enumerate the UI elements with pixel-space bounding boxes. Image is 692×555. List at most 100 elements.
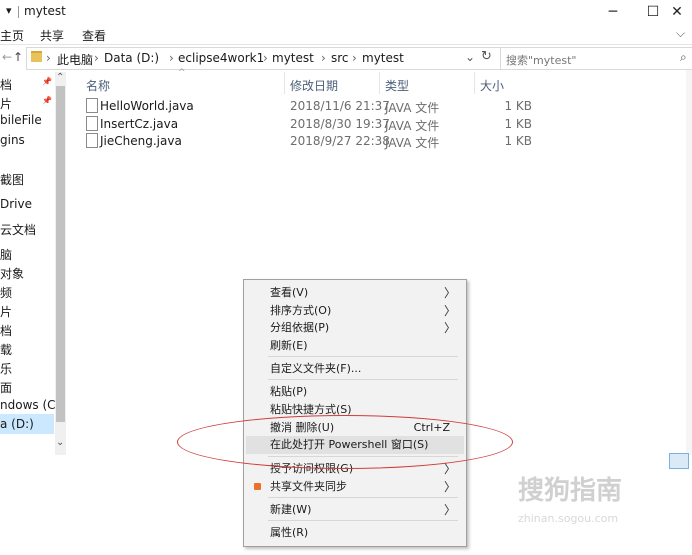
breadcrumb-separator: › [169, 51, 174, 65]
title-bar [0, 0, 692, 24]
breadcrumb-mytest-current[interactable]: mytest [362, 51, 404, 65]
details-view-icon[interactable] [669, 453, 689, 469]
menu-label: 刷新(E) [270, 339, 308, 352]
breadcrumb-separator: › [263, 51, 268, 65]
nav-item-data-d[interactable]: a (D:) [0, 417, 34, 431]
column-header-type[interactable]: 类型 [385, 77, 409, 94]
back-icon[interactable]: ← [2, 50, 12, 64]
column-divider [284, 72, 285, 94]
breadcrumb-separator: › [321, 51, 326, 65]
nav-item[interactable]: 档 [0, 76, 12, 93]
menu-label: 查看(V) [270, 286, 309, 299]
quick-access-dropdown-icon[interactable]: ▾ [6, 4, 12, 17]
nav-item[interactable]: 对象 [0, 265, 24, 282]
menu-label: 排序方式(O) [270, 304, 332, 317]
nav-item[interactable]: 载 [0, 341, 12, 358]
menu-separator [268, 379, 458, 380]
nav-item[interactable]: bileFile [0, 113, 42, 127]
column-header-date[interactable]: 修改日期 [290, 77, 338, 94]
file-size: 1 KB [504, 134, 532, 148]
tab-share[interactable]: 共享 [40, 27, 64, 44]
file-row[interactable]: HelloWorld.java 2018/11/6 21:37 JAVA 文件 … [82, 97, 538, 115]
folder-icon [31, 51, 42, 62]
menu-separator [268, 356, 458, 357]
file-date: 2018/11/6 21:37 [290, 99, 390, 113]
file-size: 1 KB [504, 117, 532, 131]
java-file-icon [86, 98, 98, 113]
menu-label: 共享文件夹同步 [270, 480, 347, 493]
pin-icon[interactable]: 📌 [42, 77, 52, 86]
scroll-down-icon[interactable]: ⌄ [56, 437, 64, 448]
java-file-icon [86, 133, 98, 148]
nav-item[interactable]: 频 [0, 284, 12, 301]
breadcrumb-eclipse4work1[interactable]: eclipse4work1 [178, 51, 264, 65]
menu-item-properties[interactable]: 属性(R) [246, 524, 464, 542]
file-row[interactable]: InsertCz.java 2018/8/30 19:37 JAVA 文件 1 … [82, 115, 538, 133]
column-header-name[interactable]: 名称 [86, 77, 110, 94]
title-separator [18, 6, 19, 18]
tab-home[interactable]: 主页 [0, 27, 24, 44]
nav-item[interactable]: 片 [0, 303, 12, 320]
menu-label: 新建(W) [270, 503, 312, 516]
menu-item-group[interactable]: 分组依据(P) 〉 [246, 319, 464, 337]
nav-item[interactable]: 截图 [0, 171, 24, 188]
address-dropdown-icon[interactable]: ⌄ [465, 50, 475, 64]
nav-item[interactable]: gins [0, 133, 25, 147]
tab-view[interactable]: 查看 [82, 27, 106, 44]
menu-label: 粘贴(P) [270, 385, 308, 398]
column-divider [379, 72, 380, 94]
file-type: JAVA 文件 [385, 136, 440, 150]
nav-scrollbar-thumb[interactable] [56, 86, 65, 422]
file-date: 2018/8/30 19:37 [290, 117, 390, 131]
file-type: JAVA 文件 [385, 101, 440, 115]
menu-item-customize[interactable]: 自定义文件夹(F)... [246, 360, 464, 378]
expand-ribbon-icon[interactable]: ⌵ [676, 26, 685, 41]
window-title: mytest [24, 4, 66, 18]
nav-item[interactable]: 面 [0, 379, 12, 396]
menu-label: 自定义文件夹(F)... [270, 362, 362, 375]
file-size: 1 KB [504, 99, 532, 113]
breadcrumb-this-pc[interactable]: 此电脑 [57, 51, 93, 68]
file-row[interactable]: JieCheng.java 2018/9/27 22:38 JAVA 文件 1 … [82, 132, 538, 150]
scroll-up-icon[interactable]: ⌃ [56, 72, 64, 83]
breadcrumb-src[interactable]: src [331, 51, 349, 65]
breadcrumb-separator: › [94, 51, 99, 65]
menu-item-paste[interactable]: 粘贴(P) [246, 383, 464, 401]
pin-icon[interactable]: 📌 [42, 96, 52, 105]
submenu-arrow-icon: 〉 [443, 321, 456, 335]
menu-label: 属性(R) [270, 526, 309, 539]
breadcrumb-mytest[interactable]: mytest [272, 51, 314, 65]
watermark-url: zhinan.sogou.com [518, 512, 619, 525]
menu-separator [268, 520, 458, 521]
breadcrumb-separator: › [46, 51, 51, 65]
nav-item-onedrive[interactable]: Drive [0, 197, 32, 211]
content-scroll-edge [686, 70, 692, 455]
search-icon[interactable]: ⌕ [680, 50, 687, 65]
file-name: HelloWorld.java [100, 99, 194, 113]
submenu-arrow-icon: 〉 [443, 480, 456, 494]
nav-item[interactable]: 片 [0, 95, 12, 112]
watermark-brand: 搜狗指南 [518, 476, 623, 506]
file-name: JieCheng.java [100, 134, 182, 148]
file-name: InsertCz.java [100, 117, 179, 131]
nav-item[interactable]: 档 [0, 322, 12, 339]
file-date: 2018/9/27 22:38 [290, 134, 390, 148]
menu-item-view[interactable]: 查看(V) 〉 [246, 284, 464, 302]
menu-item-share-sync[interactable]: 共享文件夹同步 〉 [246, 478, 464, 496]
annotation-ellipse [177, 415, 513, 469]
menu-item-sort[interactable]: 排序方式(O) 〉 [246, 302, 464, 320]
close-button[interactable]: ✕ [662, 0, 692, 24]
up-icon[interactable]: ↑ [13, 50, 23, 64]
nav-item[interactable]: 脑 [0, 246, 12, 263]
nav-item[interactable]: 乐 [0, 360, 12, 377]
submenu-arrow-icon: 〉 [443, 503, 456, 517]
nav-item[interactable]: 云文档 [0, 221, 36, 238]
search-placeholder: 搜索"mytest" [506, 54, 577, 67]
menu-item-new[interactable]: 新建(W) 〉 [246, 501, 464, 519]
refresh-icon[interactable]: ↻ [481, 49, 492, 64]
breadcrumb-data-d[interactable]: Data (D:) [104, 51, 159, 65]
menu-separator [268, 497, 458, 498]
column-header-size[interactable]: 大小 [480, 77, 504, 94]
breadcrumb-separator: › [352, 51, 357, 65]
menu-item-refresh[interactable]: 刷新(E) [246, 337, 464, 355]
